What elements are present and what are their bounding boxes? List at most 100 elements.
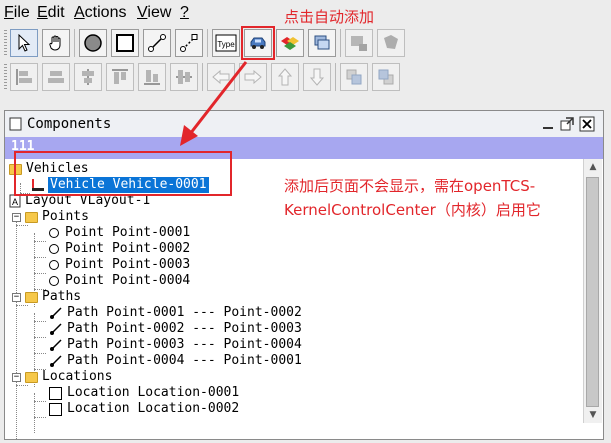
panel-title: Components <box>27 116 112 132</box>
tree-node-paths[interactable]: − Paths <box>12 289 81 305</box>
layers-icon <box>314 35 330 50</box>
move-left-button[interactable] <box>207 63 235 91</box>
path-icon <box>50 339 62 351</box>
tree-node-point[interactable]: Point Point-0004 <box>49 273 190 289</box>
tree-node-points[interactable]: − Points <box>12 209 89 225</box>
tree-guide <box>34 321 46 322</box>
collapse-icon[interactable]: − <box>12 372 21 382</box>
toolbar-separator <box>202 63 203 91</box>
toolbar-separator <box>74 29 75 57</box>
create-link-button[interactable] <box>175 29 203 57</box>
menu-actions[interactable]: Actions <box>74 4 126 22</box>
svg-text:Type: Type <box>217 40 235 49</box>
tree-node-location[interactable]: Location Location-0002 <box>49 401 239 417</box>
float-icon[interactable] <box>559 116 575 132</box>
move-up-button[interactable] <box>271 63 299 91</box>
location-type-icon: Type <box>215 34 237 52</box>
add-group-button[interactable] <box>345 29 373 57</box>
tree-guide <box>34 273 46 274</box>
group-button[interactable] <box>377 29 405 57</box>
toolbar-grip[interactable] <box>4 64 7 90</box>
layout-icon: A <box>9 194 21 208</box>
tree-guide <box>34 337 46 338</box>
hand-pan-icon <box>49 35 61 51</box>
align-bottom-icon <box>144 70 160 85</box>
document-icon <box>9 117 22 131</box>
bring-to-front-button[interactable] <box>340 63 368 91</box>
align-bottom-button[interactable] <box>138 63 166 91</box>
path-dotted-icon <box>180 34 198 52</box>
menu-file[interactable]: File <box>4 4 30 22</box>
move-right-button[interactable] <box>239 63 267 91</box>
collapse-icon[interactable]: − <box>12 212 21 222</box>
move-up-icon <box>277 68 293 86</box>
folder-icon <box>25 371 38 383</box>
select-tool-button[interactable] <box>10 29 38 57</box>
create-point-button[interactable] <box>79 29 107 57</box>
menu-edit[interactable]: Edit <box>37 4 65 22</box>
scroll-up-icon[interactable]: ▲ <box>584 159 602 175</box>
point-icon <box>49 228 59 238</box>
scroll-down-icon[interactable]: ▼ <box>584 407 602 423</box>
tree-node-path[interactable]: Path Point-0002 --- Point-0003 <box>49 321 302 337</box>
align-middle-v-icon <box>176 70 192 84</box>
path-icon <box>50 323 62 335</box>
create-block-button[interactable] <box>276 29 304 57</box>
align-left-icon <box>16 69 32 85</box>
add-group-icon <box>351 36 367 51</box>
annotation-note: 添加后页面不会显示，需在openTCS- KernelControlCenter… <box>284 177 541 219</box>
move-left-icon <box>212 69 230 85</box>
scroll-thumb[interactable] <box>586 177 599 407</box>
create-vehicle-button[interactable] <box>241 26 275 60</box>
tree-node-point[interactable]: Point Point-0001 <box>49 225 190 241</box>
tree-guide <box>34 393 35 433</box>
tree-node-path[interactable]: Path Point-0001 --- Point-0002 <box>49 305 302 321</box>
create-path-button[interactable] <box>143 29 171 57</box>
collapse-icon[interactable]: − <box>12 292 21 302</box>
pan-tool-button[interactable] <box>42 29 70 57</box>
tree-guide <box>16 305 28 306</box>
toolbar-separator <box>340 29 341 57</box>
folder-icon <box>25 211 38 223</box>
send-back-icon <box>378 69 394 85</box>
point-icon <box>49 244 59 254</box>
location-icon <box>49 402 62 416</box>
tree-guide <box>16 215 17 439</box>
path-line-icon <box>148 34 166 52</box>
point-icon <box>49 276 59 286</box>
folder-icon <box>25 291 38 303</box>
tree-node-path[interactable]: Path Point-0003 --- Point-0004 <box>49 337 302 353</box>
create-layer-button[interactable] <box>308 29 336 57</box>
point-icon <box>49 260 59 270</box>
tree-guide <box>34 257 46 258</box>
annotation-auto-add: 点击自动添加 <box>284 8 375 26</box>
tree-guide <box>34 401 46 402</box>
align-top-button[interactable] <box>106 63 134 91</box>
svg-text:A: A <box>12 197 18 207</box>
tree-node-point[interactable]: Point Point-0003 <box>49 257 190 273</box>
minimize-icon[interactable] <box>541 117 555 131</box>
toolbar-grip[interactable] <box>4 30 7 56</box>
location-icon <box>49 386 62 400</box>
vertical-scrollbar[interactable]: ▲ ▼ <box>583 159 602 423</box>
square-location-icon <box>116 34 134 52</box>
tree-node-location[interactable]: Location Location-0001 <box>49 385 239 401</box>
send-to-back-button[interactable] <box>372 63 400 91</box>
align-center-h-icon <box>48 71 64 83</box>
menu-view[interactable]: View <box>137 4 171 22</box>
tree-node-path[interactable]: Path Point-0004 --- Point-0001 <box>49 353 302 369</box>
align-middle-button[interactable] <box>170 63 198 91</box>
align-center-button[interactable] <box>42 63 70 91</box>
create-location-type-button[interactable]: Type <box>212 29 240 57</box>
move-down-button[interactable] <box>303 63 331 91</box>
align-right-button[interactable] <box>74 63 102 91</box>
tree-guide <box>16 385 28 386</box>
menu-help[interactable]: ? <box>180 4 189 22</box>
tree-node-locations[interactable]: − Locations <box>12 369 112 385</box>
align-left-button[interactable] <box>10 63 38 91</box>
close-icon[interactable] <box>579 116 595 132</box>
circle-point-icon <box>84 34 102 52</box>
tree-node-point[interactable]: Point Point-0002 <box>49 241 190 257</box>
move-down-icon <box>309 68 325 86</box>
create-location-button[interactable] <box>111 29 139 57</box>
